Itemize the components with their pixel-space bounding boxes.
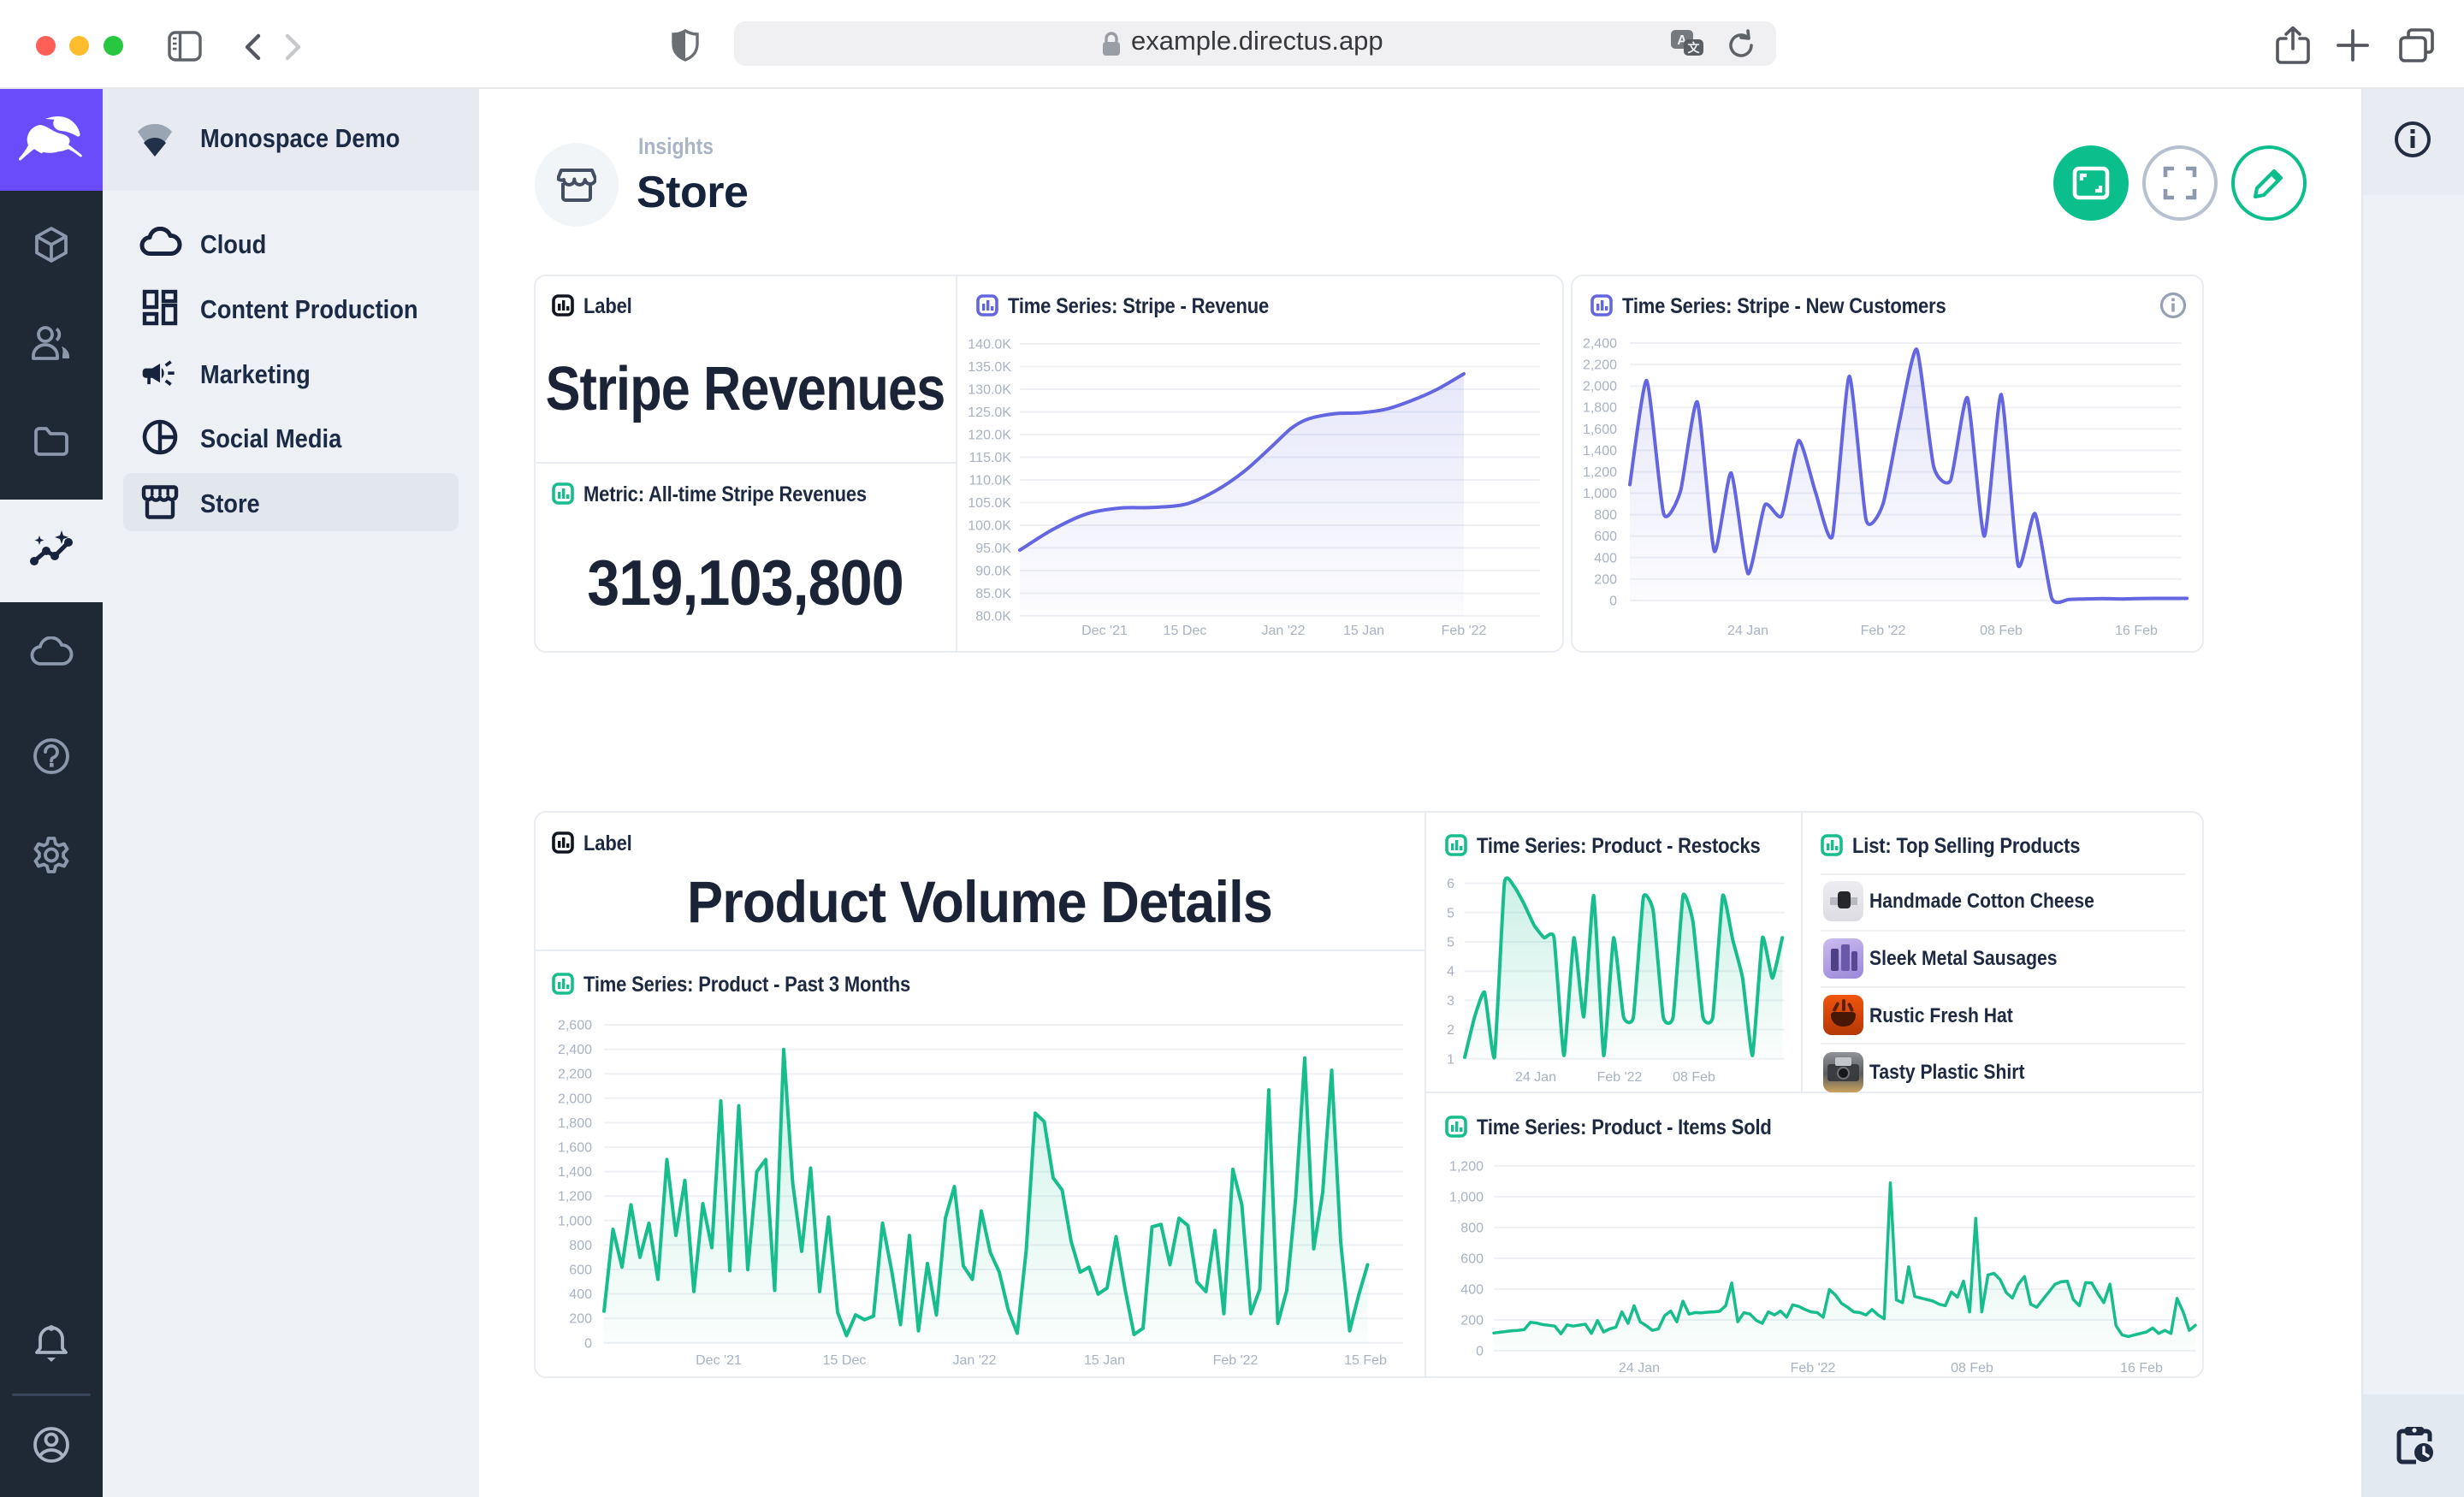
svg-text:0: 0 bbox=[1476, 1345, 1484, 1359]
svg-text:1,200: 1,200 bbox=[1583, 465, 1617, 480]
svg-text:Feb '22: Feb '22 bbox=[1442, 624, 1487, 638]
svg-text:4: 4 bbox=[1447, 965, 1454, 979]
svg-text:6: 6 bbox=[1447, 877, 1454, 891]
svg-text:400: 400 bbox=[569, 1287, 592, 1302]
svg-text:80.0K: 80.0K bbox=[975, 610, 1011, 624]
svg-text:2,400: 2,400 bbox=[558, 1043, 592, 1057]
svg-text:15 Jan: 15 Jan bbox=[1084, 1353, 1125, 1368]
svg-text:15 Jan: 15 Jan bbox=[1343, 624, 1384, 638]
svg-text:24 Jan: 24 Jan bbox=[1515, 1070, 1556, 1085]
svg-text:Dec '21: Dec '21 bbox=[1081, 624, 1128, 638]
svg-text:1,800: 1,800 bbox=[1583, 401, 1617, 416]
svg-text:08 Feb: 08 Feb bbox=[1980, 624, 2023, 638]
svg-text:24 Jan: 24 Jan bbox=[1619, 1361, 1660, 1376]
svg-text:85.0K: 85.0K bbox=[975, 587, 1011, 601]
svg-text:1,200: 1,200 bbox=[1449, 1160, 1484, 1175]
svg-text:3: 3 bbox=[1447, 994, 1454, 1009]
svg-text:200: 200 bbox=[569, 1312, 592, 1327]
svg-text:08 Feb: 08 Feb bbox=[1673, 1070, 1715, 1085]
svg-text:2,400: 2,400 bbox=[1583, 337, 1617, 352]
svg-text:2,600: 2,600 bbox=[558, 1019, 592, 1033]
svg-text:1,000: 1,000 bbox=[558, 1214, 592, 1228]
svg-text:120.0K: 120.0K bbox=[968, 429, 1011, 443]
svg-text:Jan '22: Jan '22 bbox=[952, 1353, 996, 1368]
svg-text:Dec '21: Dec '21 bbox=[696, 1353, 742, 1368]
svg-text:90.0K: 90.0K bbox=[975, 565, 1011, 579]
svg-text:1,000: 1,000 bbox=[1449, 1191, 1484, 1205]
svg-text:800: 800 bbox=[569, 1239, 592, 1253]
svg-text:95.0K: 95.0K bbox=[975, 541, 1011, 556]
svg-text:115.0K: 115.0K bbox=[968, 451, 1011, 465]
svg-text:Jan '22: Jan '22 bbox=[1261, 624, 1305, 638]
svg-text:1,800: 1,800 bbox=[558, 1116, 592, 1131]
svg-text:2,200: 2,200 bbox=[558, 1068, 592, 1082]
svg-text:1,200: 1,200 bbox=[558, 1190, 592, 1204]
svg-text:800: 800 bbox=[1460, 1222, 1484, 1236]
svg-text:1,000: 1,000 bbox=[1583, 487, 1617, 501]
svg-text:08 Feb: 08 Feb bbox=[1951, 1361, 1993, 1376]
svg-text:24 Jan: 24 Jan bbox=[1727, 624, 1768, 638]
svg-text:400: 400 bbox=[1594, 551, 1617, 565]
svg-text:105.0K: 105.0K bbox=[968, 496, 1011, 511]
svg-text:15 Feb: 15 Feb bbox=[1344, 1353, 1387, 1368]
svg-text:1,600: 1,600 bbox=[1583, 423, 1617, 437]
svg-text:16 Feb: 16 Feb bbox=[2120, 1361, 2163, 1376]
svg-text:0: 0 bbox=[1609, 595, 1617, 609]
svg-text:130.0K: 130.0K bbox=[968, 383, 1011, 398]
svg-text:Feb '22: Feb '22 bbox=[1597, 1070, 1643, 1085]
svg-text:200: 200 bbox=[1594, 572, 1617, 587]
svg-text:125.0K: 125.0K bbox=[968, 405, 1011, 420]
svg-text:800: 800 bbox=[1594, 508, 1617, 523]
svg-text:5: 5 bbox=[1447, 936, 1454, 950]
svg-text:600: 600 bbox=[1594, 530, 1617, 544]
svg-text:Feb '22: Feb '22 bbox=[1213, 1353, 1259, 1368]
svg-text:200: 200 bbox=[1460, 1314, 1484, 1328]
svg-text:0: 0 bbox=[584, 1336, 592, 1351]
svg-text:2,200: 2,200 bbox=[1583, 358, 1617, 373]
svg-text:Feb '22: Feb '22 bbox=[1861, 624, 1906, 638]
svg-text:600: 600 bbox=[1460, 1252, 1484, 1267]
svg-text:1,600: 1,600 bbox=[558, 1141, 592, 1156]
svg-text:Feb '22: Feb '22 bbox=[1791, 1361, 1836, 1376]
svg-text:110.0K: 110.0K bbox=[968, 474, 1011, 488]
svg-text:135.0K: 135.0K bbox=[968, 360, 1011, 375]
svg-text:2,000: 2,000 bbox=[558, 1092, 592, 1106]
svg-text:2: 2 bbox=[1447, 1023, 1454, 1038]
svg-text:400: 400 bbox=[1460, 1283, 1484, 1298]
svg-text:1: 1 bbox=[1447, 1052, 1454, 1067]
svg-text:140.0K: 140.0K bbox=[968, 338, 1011, 352]
svg-text:100.0K: 100.0K bbox=[968, 519, 1011, 534]
svg-text:15 Dec: 15 Dec bbox=[1164, 624, 1207, 638]
svg-text:16 Feb: 16 Feb bbox=[2115, 624, 2158, 638]
svg-text:1,400: 1,400 bbox=[558, 1165, 592, 1180]
svg-text:1,400: 1,400 bbox=[1583, 444, 1617, 459]
svg-text:2,000: 2,000 bbox=[1583, 380, 1617, 394]
svg-text:5: 5 bbox=[1447, 906, 1454, 920]
svg-text:600: 600 bbox=[569, 1263, 592, 1278]
svg-text:15 Dec: 15 Dec bbox=[823, 1353, 867, 1368]
